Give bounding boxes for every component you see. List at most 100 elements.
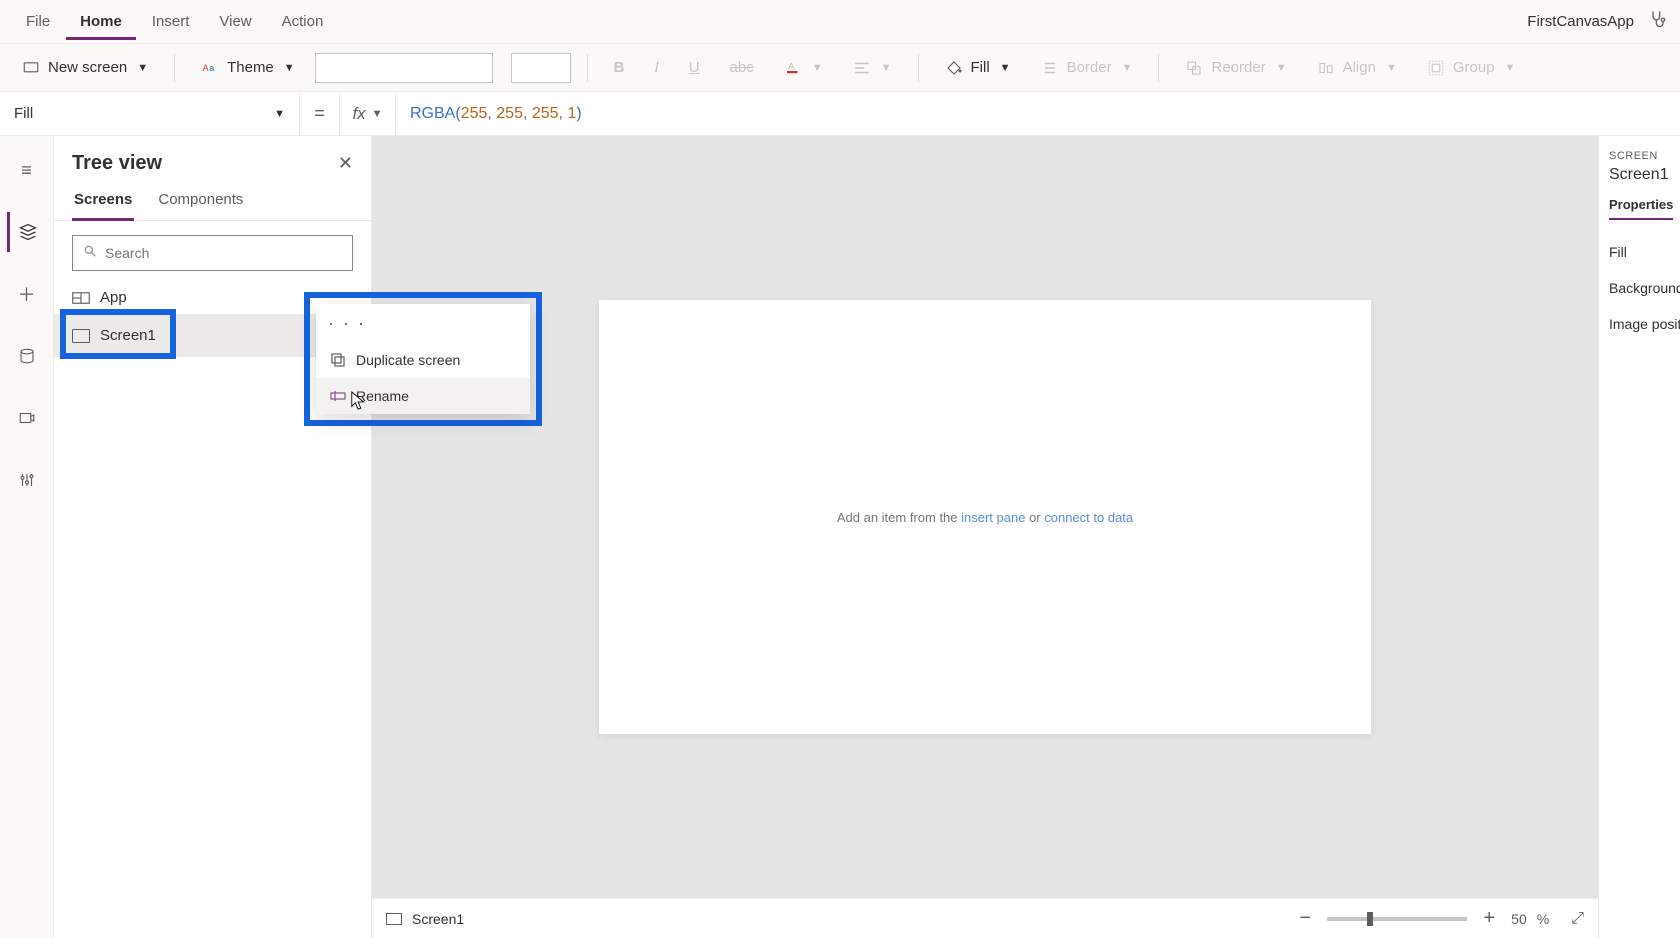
breadcrumb-screen-name[interactable]: Screen1 (412, 911, 464, 927)
chevron-down-icon: ▼ (284, 62, 295, 74)
zoom-value: 50 (1511, 911, 1527, 927)
close-icon[interactable]: ✕ (338, 153, 353, 174)
duplicate-icon (330, 352, 346, 368)
zoom-slider[interactable] (1327, 917, 1467, 921)
panel-type-label: SCREEN (1609, 150, 1670, 162)
chevron-down-icon: ▼ (1000, 62, 1011, 74)
context-rename[interactable]: Rename (316, 378, 530, 414)
context-duplicate-screen[interactable]: Duplicate screen (316, 342, 530, 378)
group-icon (1427, 59, 1445, 77)
advanced-tools-icon[interactable] (7, 460, 47, 500)
tree-item-label: App (100, 289, 127, 306)
prop-row-fill[interactable]: Fill (1609, 234, 1670, 270)
connect-data-link[interactable]: connect to data (1044, 510, 1133, 525)
tree-view-panel: Tree view ✕ Screens Components App Scree… (54, 136, 372, 938)
ribbon: New screen ▼ Aa Theme ▼ B I U abc A ▼ ▼ … (0, 44, 1680, 92)
rename-icon (330, 388, 346, 404)
chevron-down-icon: ▼ (274, 108, 285, 120)
properties-panel: SCREEN Screen1 Properties Fill Backgroun… (1598, 136, 1680, 938)
fx-button[interactable]: fx ▼ (340, 92, 396, 136)
context-menu-header: · · · (316, 304, 530, 342)
svg-text:A: A (203, 63, 209, 73)
properties-tab[interactable]: Properties (1609, 197, 1673, 220)
menu-view[interactable]: View (205, 3, 265, 40)
strikethrough-button[interactable]: abc (720, 53, 764, 82)
fx-label: fx (352, 104, 365, 124)
theme-button[interactable]: Aa Theme ▼ (191, 53, 305, 83)
tutorial-highlight-context: · · · Duplicate screen Rename (304, 292, 542, 426)
media-icon[interactable] (7, 398, 47, 438)
align-button[interactable]: Align ▼ (1307, 53, 1407, 83)
hint-text: Add an item from the (837, 510, 961, 525)
prop-row-background[interactable]: Background (1609, 270, 1670, 306)
font-color-icon: A (784, 59, 802, 77)
chevron-down-icon: ▼ (1276, 62, 1287, 74)
fit-to-window-icon[interactable]: ⤢ (1571, 910, 1584, 928)
paint-bucket-icon (945, 59, 963, 77)
zoom-in-button[interactable]: + (1477, 907, 1501, 930)
font-color-button[interactable]: A ▼ (774, 53, 833, 83)
panel-screen-name: Screen1 (1609, 166, 1670, 184)
tree-tabs: Screens Components (54, 183, 371, 221)
formula-input[interactable]: RGBA(255, 255, 255, 1) (396, 92, 1680, 136)
align-label: Align (1343, 59, 1376, 76)
text-align-button[interactable]: ▼ (843, 53, 902, 83)
font-family-select[interactable] (315, 53, 493, 83)
border-button[interactable]: Border ▼ (1031, 53, 1143, 83)
property-selector-label: Fill (14, 105, 33, 122)
underline-button[interactable]: U (679, 53, 710, 82)
data-icon[interactable] (7, 336, 47, 376)
group-label: Group (1453, 59, 1495, 76)
menu-bar: File Home Insert View Action FirstCanvas… (0, 0, 1680, 44)
bold-button[interactable]: B (604, 53, 635, 82)
app-checker-icon[interactable] (1648, 9, 1668, 35)
italic-button[interactable]: I (645, 53, 669, 82)
main-area: ≡ ＋ Tree view ✕ Screens Components App (0, 136, 1680, 938)
tab-screens[interactable]: Screens (72, 183, 134, 221)
menu-home[interactable]: Home (66, 3, 136, 40)
more-options-icon: · · · (328, 313, 366, 334)
context-menu: · · · Duplicate screen Rename (316, 304, 530, 414)
reorder-label: Reorder (1211, 59, 1265, 76)
zoom-out-button[interactable]: − (1293, 907, 1317, 930)
property-selector[interactable]: Fill ▼ (0, 92, 300, 136)
zoom-pct: % (1537, 911, 1549, 927)
comma: , (523, 105, 532, 123)
hint-text: or (1025, 510, 1044, 525)
chevron-down-icon: ▼ (1122, 62, 1133, 74)
zoom-thumb[interactable] (1367, 912, 1373, 926)
new-screen-label: New screen (48, 59, 127, 76)
insert-pane-link[interactable]: insert pane (961, 510, 1025, 525)
reorder-button[interactable]: Reorder ▼ (1175, 53, 1296, 83)
menu-bar-right: FirstCanvasApp (1527, 9, 1668, 35)
fill-button[interactable]: Fill ▼ (935, 53, 1021, 83)
screen-canvas[interactable]: Add an item from the insert pane or conn… (599, 300, 1371, 734)
prop-row-image-position[interactable]: Image posit (1609, 306, 1670, 342)
menu-file[interactable]: File (12, 3, 64, 40)
context-item-label: Duplicate screen (356, 352, 460, 368)
formula-bar: Fill ▼ = fx ▼ RGBA(255, 255, 255, 1) (0, 92, 1680, 136)
svg-text:a: a (209, 63, 214, 73)
screen-icon (72, 329, 90, 343)
left-sidebar: ≡ ＋ (0, 136, 54, 938)
insert-icon[interactable]: ＋ (7, 274, 47, 314)
hamburger-icon[interactable]: ≡ (7, 150, 47, 190)
tree-title: Tree view (72, 152, 162, 175)
tab-components[interactable]: Components (156, 183, 245, 220)
canvas-area: Add an item from the insert pane or conn… (372, 136, 1598, 938)
arg: 255 (532, 105, 559, 123)
align-left-icon (853, 59, 871, 77)
paren: ) (576, 105, 581, 123)
new-screen-button[interactable]: New screen ▼ (12, 53, 158, 83)
ribbon-separator (918, 54, 919, 82)
menu-insert[interactable]: Insert (138, 3, 204, 40)
tree-search[interactable] (72, 235, 353, 271)
tree-view-icon[interactable] (7, 212, 47, 252)
menu-action[interactable]: Action (268, 3, 338, 40)
theme-label: Theme (227, 59, 274, 76)
chevron-down-icon: ▼ (1386, 62, 1397, 74)
comma: , (559, 105, 568, 123)
group-button[interactable]: Group ▼ (1417, 53, 1526, 83)
font-size-select[interactable] (511, 53, 571, 83)
search-input[interactable] (105, 245, 342, 261)
